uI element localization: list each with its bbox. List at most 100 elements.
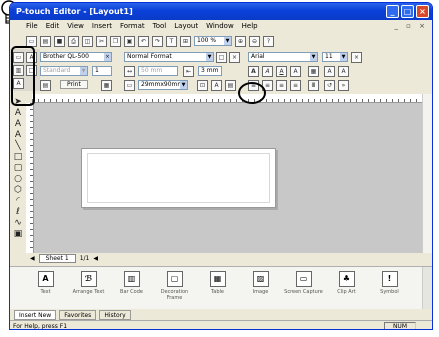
- paper-format-select[interactable]: Normal Format ▼: [124, 52, 214, 62]
- prev-page-icon[interactable]: ◀: [93, 255, 98, 262]
- rotate-text-icon[interactable]: ↺: [324, 80, 335, 91]
- layout-canvas[interactable]: [34, 103, 422, 253]
- font-size-value: 11: [325, 53, 333, 60]
- vertical-ruler: [26, 103, 34, 253]
- menu-insert[interactable]: Insert: [92, 22, 112, 30]
- print-options-icon[interactable]: ▤: [40, 80, 51, 91]
- help-pointer-icon[interactable]: ?: [263, 35, 274, 47]
- mdi-controls[interactable]: _ ▫ ×: [394, 22, 432, 30]
- redo-icon[interactable]: ↷: [152, 35, 163, 47]
- text-icon[interactable]: T: [166, 35, 177, 47]
- shrink-font-icon[interactable]: A: [338, 66, 349, 77]
- insert-image-button[interactable]: ▨ Image: [239, 267, 282, 309]
- save-icon[interactable]: ■: [54, 35, 65, 47]
- media-select[interactable]: 29mmx90mm ▼: [138, 80, 188, 90]
- paste-icon[interactable]: ▣: [124, 35, 135, 47]
- zoom-out-icon[interactable]: ⊖: [249, 35, 260, 47]
- insert-frame-button[interactable]: ▢ Decoration Frame: [153, 267, 196, 309]
- rectangle-tool-icon[interactable]: □: [12, 152, 24, 162]
- draw-toolbox: ➤ A A A ╲ □ ▢ ○ ⬡ ◜ ℓ ∿ ▣: [10, 94, 26, 266]
- panel-close-icon[interactable]: ×: [229, 52, 240, 63]
- margin-input[interactable]: 3 mm: [198, 66, 222, 76]
- menu-layout[interactable]: Layout: [174, 22, 198, 30]
- image-label: Image: [252, 289, 269, 295]
- vertical-text-tool-icon[interactable]: A: [12, 119, 24, 129]
- zoom-select[interactable]: 100 % ▼: [194, 36, 232, 46]
- justify-icon[interactable]: ≡: [290, 80, 301, 91]
- num-lock-indicator: NUM: [383, 321, 416, 329]
- underline-icon[interactable]: A: [276, 66, 287, 77]
- label-area[interactable]: [81, 148, 276, 208]
- freehand-tool-icon[interactable]: ℓ: [12, 207, 24, 217]
- insert-screen-capture-button[interactable]: ▭ Screen Capture: [282, 267, 325, 309]
- insert-symbol-button[interactable]: ! Symbol: [368, 267, 411, 309]
- arc-tool-icon[interactable]: ◜: [12, 196, 24, 206]
- style-select[interactable]: Standard ▼: [40, 66, 88, 76]
- orientation-icon[interactable]: □: [216, 52, 227, 63]
- menu-file[interactable]: File: [26, 22, 38, 30]
- print-button[interactable]: Print: [60, 80, 88, 89]
- auto-fit-icon[interactable]: A: [211, 80, 222, 91]
- undo-icon[interactable]: ↶: [138, 35, 149, 47]
- preview-icon[interactable]: ◫: [82, 35, 93, 47]
- panel-scrollbar[interactable]: [422, 267, 432, 309]
- grow-font-icon[interactable]: A: [324, 66, 335, 77]
- more-options-icon[interactable]: »: [338, 80, 349, 91]
- page-indicator: 1/1: [79, 255, 90, 262]
- page-setup-icon[interactable]: ▤: [225, 80, 236, 91]
- status-help-text: For Help, press F1: [13, 322, 68, 330]
- copy-icon[interactable]: ❐: [110, 35, 121, 47]
- new-icon[interactable]: ▭: [26, 35, 37, 47]
- barcode-label: Bar Code: [120, 289, 143, 295]
- insert-text-button[interactable]: A Text: [24, 267, 67, 309]
- auto-length-icon[interactable]: ⊡: [197, 80, 208, 91]
- tab-history[interactable]: History: [99, 309, 131, 320]
- polygon-tool-icon[interactable]: ⬡: [12, 185, 24, 195]
- insert-barcode-button[interactable]: ▥ Bar Code: [110, 267, 153, 309]
- font-size-select[interactable]: 11 ▼: [322, 52, 348, 62]
- tab-insert-new[interactable]: Insert New: [14, 309, 57, 320]
- ellipse-tool-icon[interactable]: ○: [12, 174, 24, 184]
- print-icon[interactable]: ⎙: [68, 35, 79, 47]
- printer-select[interactable]: Brother QL-500 ×: [40, 52, 112, 62]
- minimize-button[interactable]: _: [386, 5, 399, 18]
- image-tool-icon[interactable]: ▣: [12, 229, 24, 239]
- maximize-button[interactable]: □: [401, 5, 414, 18]
- menu-view[interactable]: View: [67, 22, 84, 30]
- frame-text-icon[interactable]: ▦: [308, 66, 319, 77]
- close-button[interactable]: ×: [416, 5, 429, 18]
- menu-window[interactable]: Window: [206, 22, 234, 30]
- menu-edit[interactable]: Edit: [46, 22, 60, 30]
- menu-help[interactable]: Help: [242, 22, 258, 30]
- copies-input[interactable]: 1: [92, 66, 112, 76]
- cut-option-icon[interactable]: ▦: [101, 80, 112, 91]
- insert-table-button[interactable]: ▦ Table: [196, 267, 239, 309]
- print-label: Print: [60, 80, 88, 89]
- menu-tool[interactable]: Tool: [153, 22, 167, 30]
- menu-format[interactable]: Format: [120, 22, 145, 30]
- vertical-text-icon[interactable]: Ⅲ: [308, 80, 319, 91]
- line-tool-icon[interactable]: ╲: [12, 141, 24, 151]
- text-tool-icon[interactable]: A: [12, 108, 24, 118]
- font-select[interactable]: Arial ▼: [248, 52, 318, 62]
- open-icon[interactable]: ▤: [40, 35, 51, 47]
- length-input[interactable]: 50 mm: [138, 66, 178, 76]
- sheet-tab[interactable]: Sheet 1: [38, 254, 76, 263]
- rounded-rect-tool-icon[interactable]: ▢: [12, 163, 24, 173]
- font-panel-close-icon[interactable]: ×: [351, 52, 362, 63]
- vertical-scrollbar[interactable]: [422, 94, 432, 253]
- tab-favorites[interactable]: Favorites: [59, 309, 97, 320]
- insert-clip-art-button[interactable]: ♣ Clip Art: [325, 267, 368, 309]
- frame-icon[interactable]: ⊞: [180, 35, 191, 47]
- cut-icon[interactable]: ✂: [96, 35, 107, 47]
- bold-icon[interactable]: A: [248, 66, 259, 77]
- curve-tool-icon[interactable]: ∿: [12, 218, 24, 228]
- outline-icon[interactable]: A: [290, 66, 301, 77]
- italic-icon[interactable]: A: [262, 66, 273, 77]
- arrange-text-tool-icon[interactable]: A: [12, 130, 24, 140]
- align-right-icon[interactable]: ≡: [276, 80, 287, 91]
- first-sheet-icon[interactable]: ◀: [30, 255, 35, 262]
- insert-text-label: Text: [40, 289, 51, 295]
- insert-arrange-text-button[interactable]: ℬ Arrange Text: [67, 267, 110, 309]
- zoom-in-icon[interactable]: ⊕: [235, 35, 246, 47]
